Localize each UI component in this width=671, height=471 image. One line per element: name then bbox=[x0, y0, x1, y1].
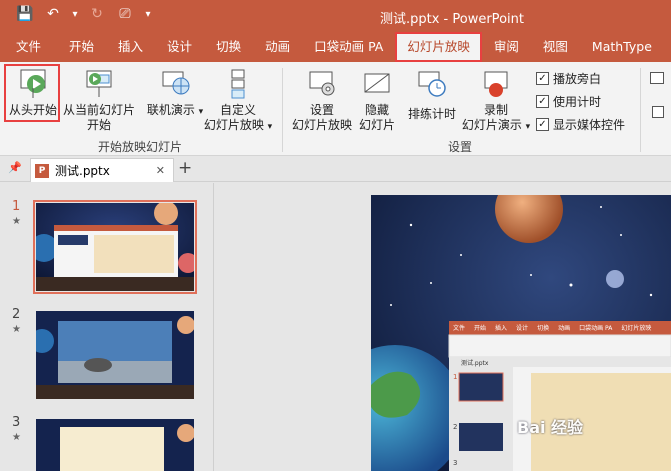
checkmark-icon: ✓ bbox=[536, 95, 549, 108]
slide-number: 1 bbox=[12, 199, 21, 214]
hide-slide-button[interactable]: 隐藏 幻灯片 bbox=[356, 68, 398, 133]
inner-thumb-number: 2 bbox=[453, 423, 458, 431]
new-tab-icon[interactable]: + bbox=[178, 158, 192, 178]
document-tab-bar: 📌 P 测试.pptx ✕ + bbox=[0, 156, 671, 182]
undo-icon[interactable]: ↶ bbox=[42, 6, 64, 22]
play-narrations-checkbox[interactable]: ✓ 播放旁白 bbox=[536, 70, 601, 87]
show-media-controls-label: 显示媒体控件 bbox=[553, 118, 626, 132]
window-title: 测试.pptx - PowerPoint bbox=[380, 12, 524, 27]
custom-slide-show-button[interactable]: 自定义 幻灯片放映 ▾ bbox=[200, 68, 276, 135]
from-current-slide-button[interactable]: 从当前幻灯片 开始 bbox=[60, 68, 138, 133]
slide-number: 3 bbox=[12, 415, 21, 430]
record-icon bbox=[480, 68, 512, 100]
quick-access-toolbar: 💾 ↶ ▾ ↻ ⎚ ▾ bbox=[14, 6, 154, 22]
custom-show-icon bbox=[222, 68, 254, 100]
pin-icon[interactable]: 📌 bbox=[8, 161, 22, 174]
slide-editor-canvas: 文件 开始 插入 设计 切换 动画 口袋动画 PA 幻灯片放映 测试.pptx 1 2 3 bbox=[215, 183, 671, 471]
online-present-button[interactable]: 联机演示 ▾ bbox=[146, 68, 204, 120]
inner-ribbon-tabs: 文件 开始 插入 设计 切换 动画 口袋动画 PA 幻灯片放映 bbox=[453, 325, 652, 332]
tab-transitions[interactable]: 切换 bbox=[204, 32, 253, 62]
slide-thumbnail-1[interactable] bbox=[33, 200, 197, 294]
powerpoint-file-icon: P bbox=[35, 163, 49, 178]
close-tab-icon[interactable]: ✕ bbox=[156, 164, 173, 177]
use-timings-checkbox[interactable]: ✓ 使用计时 bbox=[536, 93, 601, 110]
play-narrations-label: 播放旁白 bbox=[553, 72, 602, 86]
present-from-start-icon[interactable]: ⎚ bbox=[114, 6, 136, 22]
tab-review[interactable]: 审阅 bbox=[482, 32, 531, 62]
ribbon-separator bbox=[282, 68, 283, 152]
record-label-2: 幻灯片演示 ▾ bbox=[461, 118, 531, 132]
play-from-current-icon bbox=[83, 68, 115, 100]
hide-slide-icon bbox=[361, 68, 393, 100]
animation-star-icon: ★ bbox=[12, 324, 21, 335]
highlight-box bbox=[4, 64, 60, 122]
partial-checkbox-icon bbox=[652, 106, 664, 118]
setup-show-label-1: 设置 bbox=[309, 103, 334, 117]
document-tab-label: 测试.pptx bbox=[55, 164, 110, 178]
tab-slide-show[interactable]: 幻灯片放映 bbox=[395, 32, 482, 62]
record-dropdown-icon: ▾ bbox=[525, 122, 531, 132]
from-current-label-1: 从当前幻灯片 bbox=[62, 103, 135, 117]
tab-view[interactable]: 视图 bbox=[531, 32, 580, 62]
from-current-label-2: 开始 bbox=[86, 118, 111, 132]
online-present-icon bbox=[159, 68, 191, 100]
record-label-1: 录制 bbox=[483, 103, 508, 117]
tab-animations[interactable]: 动画 bbox=[253, 32, 302, 62]
save-icon[interactable]: 💾 bbox=[14, 6, 36, 22]
hide-slide-label-1: 隐藏 bbox=[364, 103, 389, 117]
hide-slide-label-2: 幻灯片 bbox=[358, 118, 395, 132]
tab-design[interactable]: 设计 bbox=[155, 32, 204, 62]
animation-star-icon: ★ bbox=[12, 432, 21, 443]
setup-show-label-2: 幻灯片放映 bbox=[291, 118, 352, 132]
inner-thumb-number: 1 bbox=[453, 373, 458, 381]
rehearse-timings-button[interactable]: 排练计时 bbox=[404, 68, 460, 122]
ribbon: 从头开始 从当前幻灯片 开始 联机演示 ▾ 自定义 幻灯片放映 ▾ 开始放映幻灯… bbox=[0, 62, 671, 156]
custom-show-label-1: 自定义 bbox=[219, 103, 256, 117]
ribbon-tabs: 文件 开始 插入 设计 切换 动画 口袋动画 PA 幻灯片放映 审阅 视图 Ma… bbox=[0, 32, 671, 62]
redo-icon: ↻ bbox=[91, 6, 103, 22]
slide-number: 2 bbox=[12, 307, 21, 322]
customize-qat-icon[interactable]: ▾ bbox=[142, 9, 154, 20]
tab-home[interactable]: 开始 bbox=[57, 32, 106, 62]
checkmark-icon: ✓ bbox=[536, 118, 549, 131]
rehearse-timings-icon bbox=[416, 68, 448, 100]
animation-star-icon: ★ bbox=[12, 216, 21, 227]
baidu-jingyan-watermark: Bai 经验 bbox=[517, 418, 584, 437]
ribbon-separator bbox=[640, 68, 641, 152]
slide-thumbnail-2[interactable] bbox=[36, 311, 194, 399]
slide-thumbnail-3[interactable] bbox=[36, 419, 194, 471]
undo-dropdown-icon[interactable]: ▾ bbox=[70, 9, 80, 20]
tab-mathtype[interactable]: MathType bbox=[580, 32, 664, 62]
online-present-label: 联机演示 ▾ bbox=[146, 103, 204, 117]
setup-slide-show-button[interactable]: 设置 幻灯片放映 bbox=[290, 68, 354, 133]
monitor-icon bbox=[650, 72, 664, 84]
custom-show-label-2: 幻灯片放映 ▾ bbox=[203, 118, 273, 132]
tab-file[interactable]: 文件 bbox=[0, 32, 57, 62]
tab-insert[interactable]: 插入 bbox=[106, 32, 155, 62]
rehearse-label: 排练计时 bbox=[407, 107, 456, 121]
document-tab[interactable]: P 测试.pptx ✕ bbox=[30, 158, 174, 182]
slide-thumbnail-pane: 1 ★ 2 ★ 3 ★ bbox=[0, 183, 214, 471]
record-slide-show-button[interactable]: 录制 幻灯片演示 ▾ bbox=[460, 68, 532, 135]
setup-group-label: 设置 bbox=[448, 140, 473, 154]
custom-show-dropdown-icon: ▾ bbox=[267, 122, 273, 132]
title-bar: 💾 ↶ ▾ ↻ ⎚ ▾ 测试.pptx - PowerPoint bbox=[0, 0, 671, 32]
use-timings-label: 使用计时 bbox=[553, 95, 602, 109]
tab-pocket-animation[interactable]: 口袋动画 PA bbox=[302, 32, 395, 62]
checkmark-icon: ✓ bbox=[536, 72, 549, 85]
setup-show-icon bbox=[306, 68, 338, 100]
inner-doc-tab: 测试.pptx bbox=[461, 360, 489, 367]
inner-thumb-number: 3 bbox=[453, 459, 458, 467]
show-media-controls-checkbox[interactable]: ✓ 显示媒体控件 bbox=[536, 116, 625, 133]
start-slideshow-group-label: 开始放映幻灯片 bbox=[98, 140, 183, 154]
